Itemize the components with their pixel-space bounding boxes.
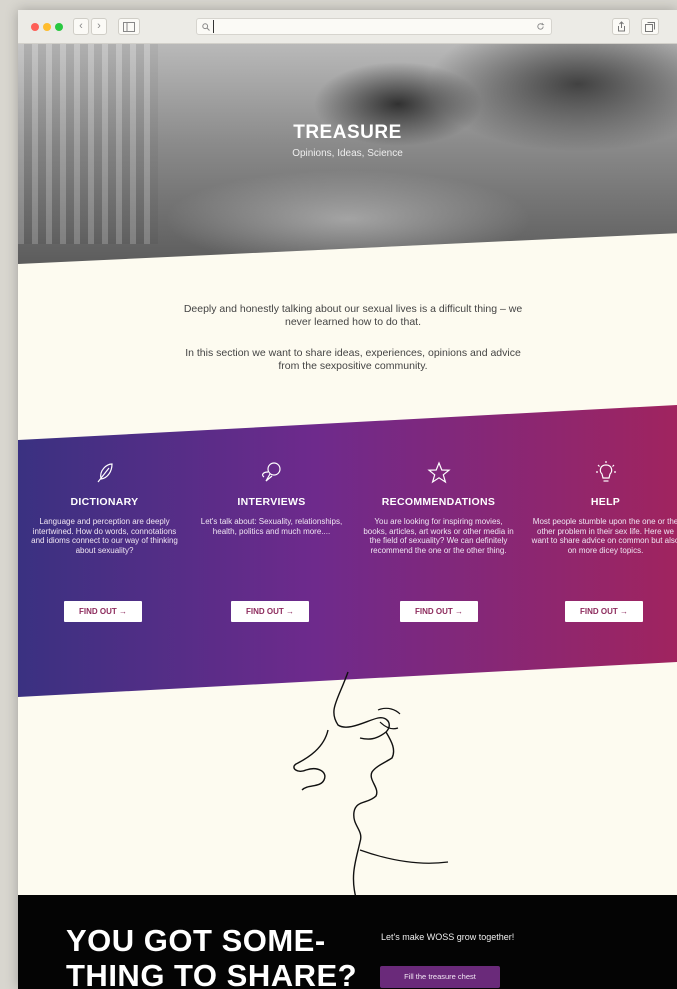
browser-toolbar: ‹ ›: [18, 10, 677, 44]
share-heading-line-1: YOU GOT SOME-: [66, 923, 326, 958]
feature-text: Most people stumble upon the one or the …: [531, 517, 677, 555]
intro-paragraph-1: Deeply and honestly talking about our se…: [183, 303, 523, 328]
feature-text: You are looking for inspiring movies, bo…: [363, 517, 514, 555]
share-heading: YOU GOT SOME- THING TO SHARE?: [66, 923, 357, 989]
recommendations-find-out-button[interactable]: FIND OUT →: [400, 601, 478, 622]
feature-title: HELP: [590, 496, 621, 508]
tabs-icon: [645, 22, 655, 32]
url-input[interactable]: [213, 20, 513, 33]
chevron-right-icon: ›: [97, 20, 101, 32]
intro-paragraph-2: In this section we want to share ideas, …: [185, 347, 521, 372]
hero-background-image: [18, 44, 158, 244]
chevron-left-icon: ‹: [79, 20, 83, 32]
page-subtitle: Opinions, Ideas, Science: [292, 148, 403, 159]
back-button[interactable]: ‹: [73, 18, 89, 35]
interviews-find-out-button[interactable]: FIND OUT →: [231, 601, 309, 622]
share-button[interactable]: [612, 18, 630, 35]
hero-banner: TREASURE Opinions, Ideas, Science: [18, 44, 677, 264]
share-heading-line-2: THING TO SHARE?: [66, 958, 358, 989]
help-find-out-button[interactable]: FIND OUT →: [565, 601, 643, 622]
feature-recommendations: RECOMMENDATIONS You are looking for insp…: [356, 460, 521, 555]
feature-text: Language and perception are deeply inter…: [31, 517, 178, 555]
feature-interviews: INTERVIEWS Let's talk about: Sexuality, …: [189, 460, 354, 536]
feature-title: DICTIONARY: [70, 496, 139, 508]
line-art-faces-illustration: [293, 671, 449, 899]
search-icon: [202, 23, 210, 31]
feature-help: HELP Most people stumble upon the one or…: [523, 460, 677, 555]
dictionary-find-out-button[interactable]: FIND OUT →: [64, 601, 142, 622]
fill-treasure-chest-button[interactable]: Fill the treasure chest: [380, 966, 500, 988]
minimize-window-button[interactable]: [43, 23, 51, 31]
lightbulb-icon: [595, 461, 616, 482]
feather-icon: [97, 463, 113, 483]
forward-button[interactable]: ›: [91, 18, 107, 35]
share-icon: [617, 21, 625, 32]
address-bar[interactable]: [196, 18, 552, 35]
maximize-window-button[interactable]: [55, 23, 63, 31]
close-window-button[interactable]: [31, 23, 39, 31]
feature-title: RECOMMENDATIONS: [381, 496, 496, 508]
sidebar-toggle-button[interactable]: [118, 18, 140, 35]
reload-icon[interactable]: [536, 22, 545, 31]
tabs-button[interactable]: [641, 18, 659, 35]
share-section: YOU GOT SOME- THING TO SHARE? Let's make…: [18, 895, 677, 989]
feature-title: INTERVIEWS: [237, 496, 306, 508]
star-icon: [426, 461, 451, 484]
page-title: TREASURE: [293, 122, 402, 143]
share-tagline: Let's make WOSS grow together!: [381, 932, 515, 942]
feature-text: Let's talk about: Sexuality, relationshi…: [200, 517, 343, 536]
speech-bubbles-icon: [261, 462, 281, 482]
sidebar-icon: [123, 22, 135, 32]
browser-window: ‹ › TREASURE Opinions, Ideas, Science De…: [18, 10, 677, 989]
feature-dictionary: DICTIONARY Language and perception are d…: [22, 460, 187, 555]
